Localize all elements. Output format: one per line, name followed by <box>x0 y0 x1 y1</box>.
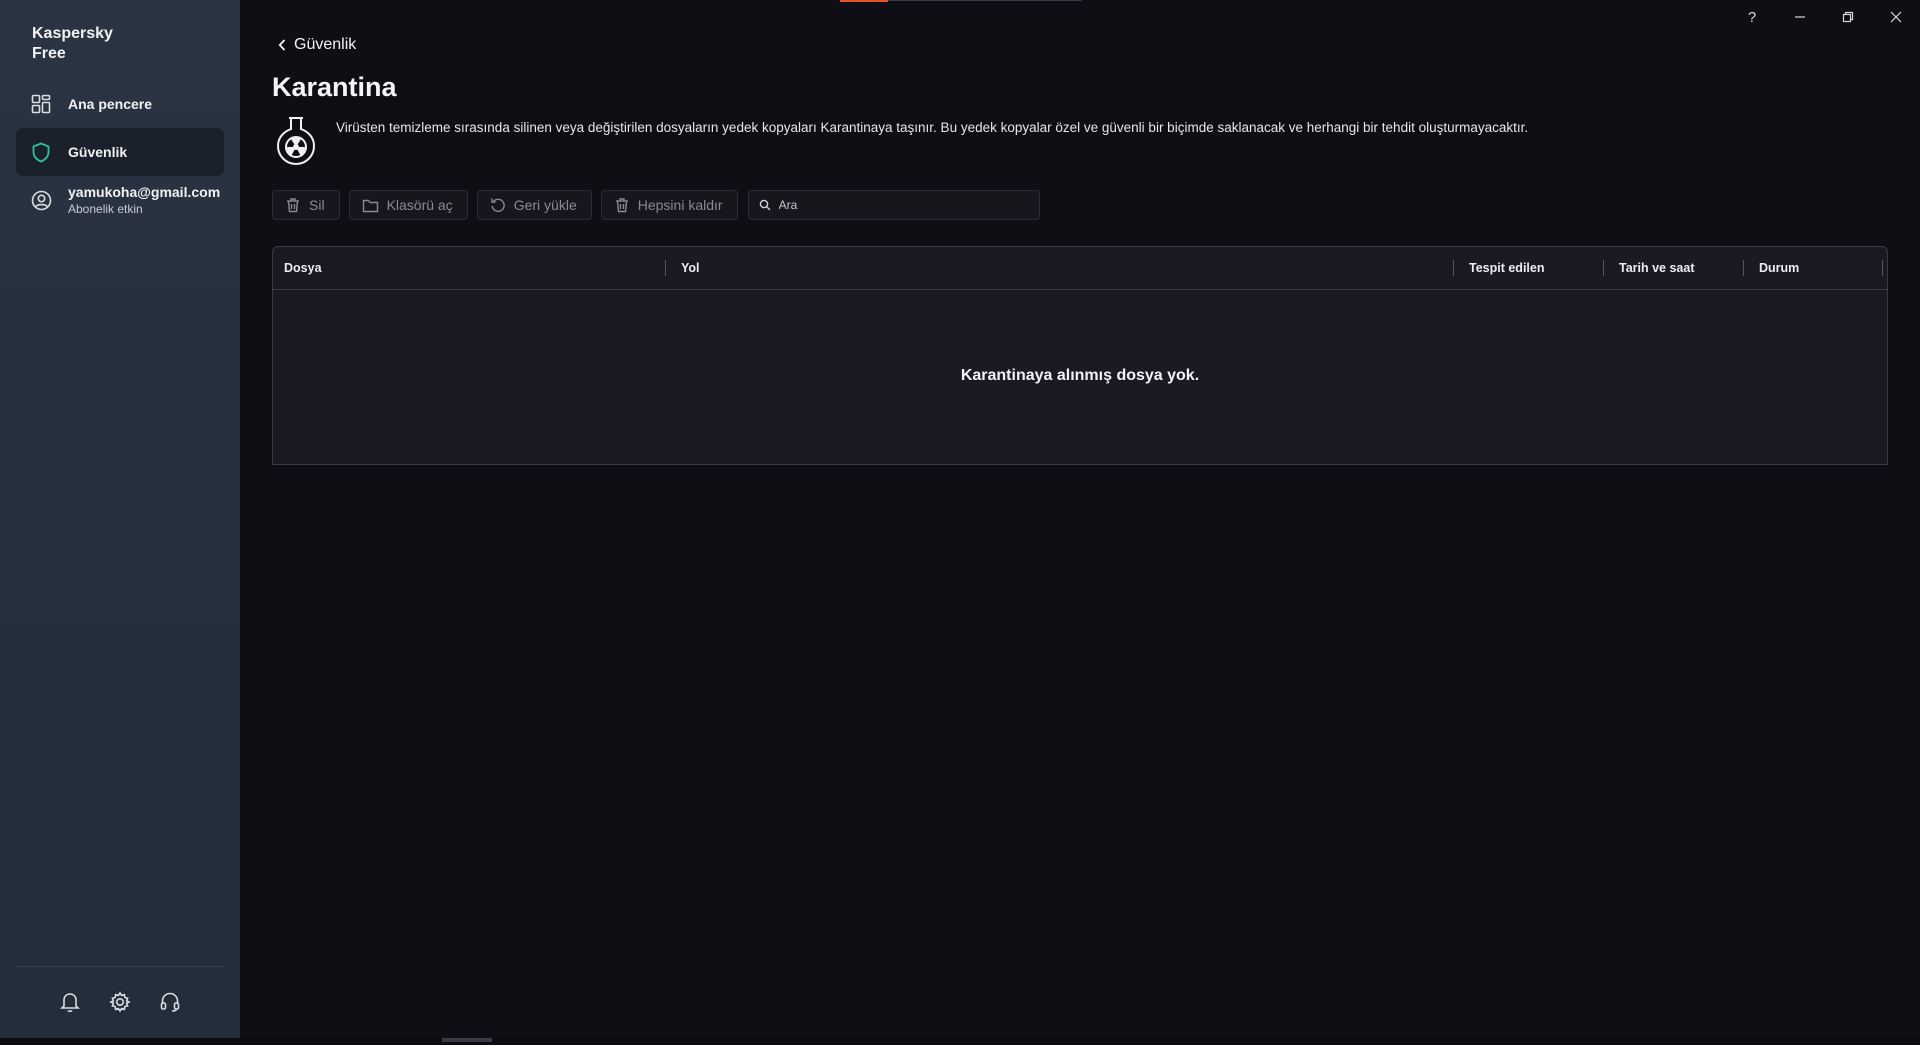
remove-all-button-label: Hepsini kaldır <box>637 197 723 213</box>
column-divider[interactable] <box>1603 260 1604 276</box>
restore-file-button[interactable]: Geri yükle <box>476 190 592 220</box>
quarantine-table: Dosya Yol Tespit edilen Tarih ve saat Du… <box>272 246 1888 465</box>
search-box <box>747 190 1040 220</box>
back-link-label: Güvenlik <box>294 36 357 53</box>
folder-icon <box>362 198 379 213</box>
user-icon <box>30 189 52 211</box>
bottom-edge <box>0 1038 1920 1045</box>
quarantine-flask-icon <box>274 115 318 167</box>
column-divider[interactable] <box>1453 260 1454 276</box>
column-divider[interactable] <box>665 260 666 276</box>
grid-icon <box>30 93 52 115</box>
minimize-icon <box>1795 16 1805 18</box>
trash-icon <box>614 197 630 213</box>
column-header-datetime[interactable]: Tarih ve saat <box>1619 247 1695 289</box>
app-brand-text: Kaspersky Free <box>32 25 113 62</box>
account-email: yamukoha@gmail.com <box>68 184 221 200</box>
subscription-status: Abonelik etkin <box>68 202 143 216</box>
column-divider[interactable] <box>1743 260 1744 276</box>
help-icon: ? <box>1747 8 1757 26</box>
sidebar-item-label: Ana pencere <box>68 96 153 112</box>
sidebar-item-label: Güvenlik <box>68 144 128 160</box>
scroll-indicator <box>442 1038 492 1042</box>
undo-icon <box>490 197 506 213</box>
column-divider[interactable] <box>1882 260 1883 276</box>
column-header-path[interactable]: Yol <box>681 247 700 289</box>
help-button[interactable]: ? <box>1732 4 1772 30</box>
column-header-detected[interactable]: Tespit edilen <box>1469 247 1544 289</box>
close-icon <box>1890 11 1902 23</box>
empty-table-message: Karantinaya alınmış dosya yok. <box>960 367 1200 384</box>
sidebar-item-main-window[interactable]: Ana pencere <box>16 80 224 128</box>
remove-all-button[interactable]: Hepsini kaldır <box>600 190 738 220</box>
gear-icon[interactable] <box>108 990 132 1014</box>
page-title: Karantina <box>272 72 397 102</box>
restore-button[interactable] <box>1828 4 1868 30</box>
restore-file-button-label: Geri yükle <box>513 197 577 213</box>
table-header: Dosya Yol Tespit edilen Tarih ve saat Du… <box>273 247 1887 290</box>
column-header-status[interactable]: Durum <box>1759 247 1799 289</box>
title-accent-line <box>888 0 1082 1</box>
minimize-button[interactable] <box>1780 4 1820 30</box>
search-icon <box>759 199 771 211</box>
open-folder-button-label: Klasörü aç <box>386 197 453 213</box>
search-input[interactable] <box>776 197 1031 213</box>
back-link[interactable]: Güvenlik <box>278 36 356 54</box>
bell-icon[interactable] <box>58 990 82 1014</box>
sidebar-bottom-actions <box>0 990 240 1014</box>
page-description: Virüsten temizleme sırasında silinen vey… <box>336 120 1529 135</box>
title-accent-bar <box>840 0 888 2</box>
delete-button[interactable]: Sil <box>272 190 340 220</box>
toolbar: Sil Klasörü aç Geri yükle Hepsini kaldır <box>272 190 1040 220</box>
close-button[interactable] <box>1876 4 1916 30</box>
restore-icon <box>1842 11 1854 23</box>
trash-icon <box>285 197 301 213</box>
headset-icon[interactable] <box>158 990 182 1014</box>
sidebar-item-security[interactable]: Güvenlik <box>16 128 224 176</box>
chevron-left-icon <box>278 39 286 51</box>
open-folder-button[interactable]: Klasörü aç <box>348 190 468 220</box>
sidebar: Kaspersky Free Ana pencere Güvenlik yamu… <box>0 0 240 1038</box>
shield-icon <box>30 141 52 163</box>
column-header-file[interactable]: Dosya <box>284 247 322 289</box>
app-brand: Kaspersky Free <box>32 24 152 64</box>
delete-button-label: Sil <box>309 197 325 213</box>
sidebar-item-account[interactable]: yamukoha@gmail.com Abonelik etkin <box>16 176 224 224</box>
sidebar-divider <box>16 966 224 967</box>
